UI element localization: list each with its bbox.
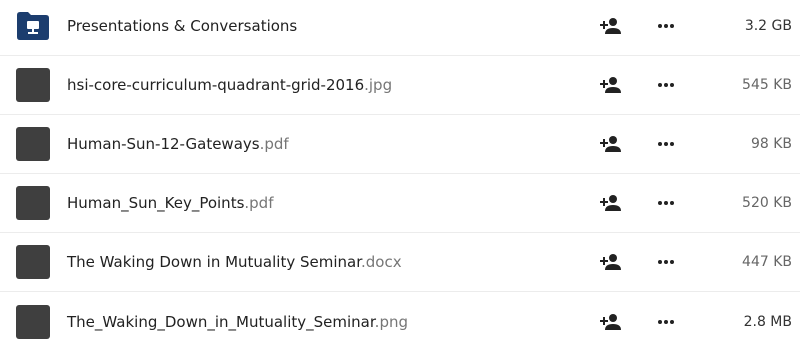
- file-extension: .pdf: [244, 194, 274, 212]
- more-actions-icon[interactable]: [654, 191, 678, 215]
- more-actions-icon[interactable]: [654, 14, 678, 38]
- share-user-icon[interactable]: [599, 14, 623, 38]
- file-thumbnail[interactable]: [16, 127, 50, 161]
- file-list: Presentations & Conversations 3.2 GB hsi…: [0, 0, 800, 340]
- share-user-icon[interactable]: [599, 132, 623, 156]
- share-user-icon[interactable]: [599, 191, 623, 215]
- file-row[interactable]: Human-Sun-12-Gateways.pdf 98 KB: [0, 115, 800, 174]
- file-name[interactable]: The_Waking_Down_in_Mutuality_Seminar.png: [67, 313, 408, 331]
- file-size: 447 KB: [742, 254, 792, 270]
- file-basename: The Waking Down in Mutuality Seminar: [67, 253, 362, 271]
- more-actions-icon[interactable]: [654, 132, 678, 156]
- file-thumbnail[interactable]: [16, 245, 50, 279]
- file-size: 2.8 MB: [743, 313, 792, 330]
- file-row[interactable]: The Waking Down in Mutuality Seminar.doc…: [0, 233, 800, 292]
- file-size: 3.2 GB: [744, 18, 792, 34]
- file-extension: .jpg: [364, 76, 393, 94]
- file-name[interactable]: Human-Sun-12-Gateways.pdf: [67, 135, 289, 153]
- file-name[interactable]: Human_Sun_Key_Points.pdf: [67, 194, 273, 212]
- file-row[interactable]: Presentations & Conversations 3.2 GB: [0, 0, 800, 56]
- share-user-icon[interactable]: [599, 73, 623, 97]
- file-basename: The_Waking_Down_in_Mutuality_Seminar: [67, 312, 375, 331]
- more-actions-icon[interactable]: [654, 250, 678, 274]
- file-row[interactable]: The_Waking_Down_in_Mutuality_Seminar.png…: [0, 292, 800, 340]
- file-name[interactable]: hsi-core-curriculum-quadrant-grid-2016.j…: [67, 76, 392, 94]
- file-extension: .png: [374, 312, 408, 331]
- file-extension: .docx: [361, 253, 402, 271]
- file-thumbnail[interactable]: [16, 68, 50, 102]
- file-basename: Human-Sun-12-Gateways: [67, 135, 260, 153]
- file-basename: Human_Sun_Key_Points: [67, 194, 245, 212]
- more-actions-icon[interactable]: [654, 73, 678, 97]
- file-name[interactable]: Presentations & Conversations: [67, 17, 297, 35]
- file-basename: hsi-core-curriculum-quadrant-grid-2016: [67, 76, 365, 94]
- file-row[interactable]: hsi-core-curriculum-quadrant-grid-2016.j…: [0, 56, 800, 115]
- share-user-icon[interactable]: [599, 250, 623, 274]
- file-thumbnail[interactable]: [16, 186, 50, 220]
- more-actions-icon[interactable]: [654, 310, 678, 334]
- file-extension: .pdf: [259, 135, 289, 153]
- file-thumbnail[interactable]: [16, 304, 50, 339]
- share-user-icon[interactable]: [599, 310, 623, 334]
- file-row[interactable]: Human_Sun_Key_Points.pdf 520 KB: [0, 174, 800, 233]
- file-name[interactable]: The Waking Down in Mutuality Seminar.doc…: [67, 253, 402, 271]
- file-size: 545 KB: [742, 77, 792, 93]
- file-size: 520 KB: [742, 195, 792, 211]
- network-folder-icon[interactable]: [15, 11, 51, 41]
- file-basename: Presentations & Conversations: [67, 17, 298, 35]
- file-size: 98 KB: [750, 136, 792, 152]
